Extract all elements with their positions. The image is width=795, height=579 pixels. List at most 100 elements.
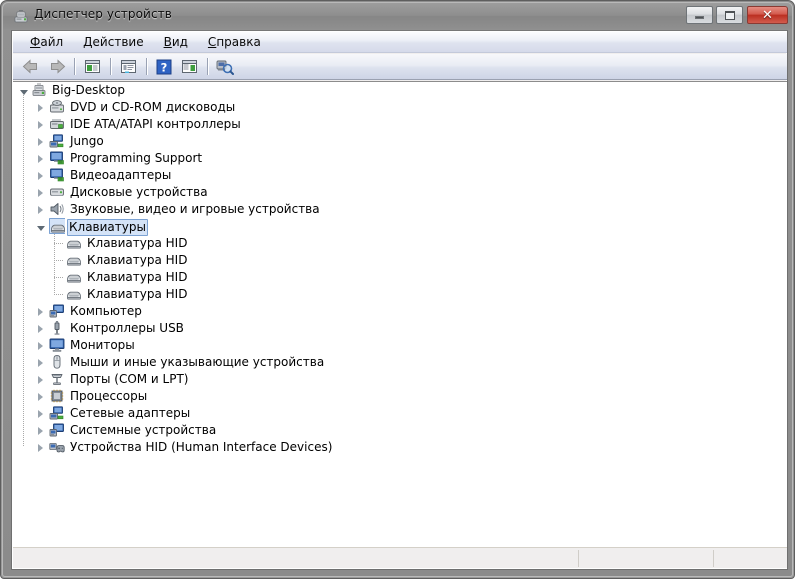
tree-node[interactable]: Системные устройства xyxy=(13,422,787,439)
tree-node-label: Мониторы xyxy=(70,338,135,352)
close-button[interactable]: ✕ xyxy=(747,6,788,24)
close-glyph: ✕ xyxy=(762,7,773,23)
tree-root-node[interactable]: Big-Desktop xyxy=(13,82,787,99)
tree-node[interactable]: Jungo xyxy=(13,133,787,150)
tree-node[interactable]: Клавиатуры xyxy=(13,218,787,236)
tree-node-label: Порты (COM и LPT) xyxy=(70,372,189,386)
collapse-arrow-icon[interactable] xyxy=(35,306,46,317)
twisty-triangle xyxy=(19,89,28,95)
tree-node[interactable]: Programming Support xyxy=(13,150,787,167)
menu-action-rest: ействие xyxy=(92,34,144,49)
keyboard-icon xyxy=(66,269,82,285)
collapse-arrow-icon[interactable] xyxy=(35,357,46,368)
collapse-arrow-icon[interactable] xyxy=(35,170,46,181)
forward-button[interactable] xyxy=(44,56,68,78)
menu-view-rest: ид xyxy=(171,34,188,49)
menu-item-action[interactable]: Действие xyxy=(74,33,152,52)
twisty-triangle xyxy=(38,188,43,197)
keyboard-icon xyxy=(66,252,82,268)
collapse-arrow-icon[interactable] xyxy=(35,442,46,453)
status-separator-2 xyxy=(713,550,714,567)
tree-node[interactable]: Мыши и иные указывающие устройства xyxy=(13,354,787,371)
tree-node-label: Клавиатуры xyxy=(67,219,148,236)
tree-node-label: Клавиатура HID xyxy=(87,236,188,250)
action-pane-icon xyxy=(181,60,197,73)
toolbar-separator xyxy=(146,58,147,75)
collapse-arrow-icon[interactable] xyxy=(35,408,46,419)
action-pane-button[interactable] xyxy=(177,56,201,78)
menu-item-file[interactable]: Файл xyxy=(21,33,72,52)
tree-node-label: Programming Support xyxy=(70,151,203,165)
disk-drive-icon xyxy=(49,184,65,200)
tree-node-label: Клавиатура HID xyxy=(87,270,188,284)
twisty-triangle xyxy=(38,205,43,214)
tree-node-label: Jungo xyxy=(70,134,104,148)
twisty-triangle xyxy=(38,120,43,129)
minimize-icon xyxy=(687,7,712,23)
expand-arrow-icon[interactable] xyxy=(35,221,46,232)
computer-icon xyxy=(49,303,65,319)
forward-arrow-icon xyxy=(50,59,65,74)
collapse-arrow-icon[interactable] xyxy=(35,153,46,164)
device-manager-icon xyxy=(13,8,29,24)
scan-for-hardware-changes-button[interactable] xyxy=(213,56,237,78)
display-adapter-icon xyxy=(49,167,65,183)
tree-node-label: Контроллеры USB xyxy=(70,321,184,335)
tree-node[interactable]: Компьютер xyxy=(13,303,787,320)
collapse-arrow-icon[interactable] xyxy=(35,187,46,198)
tree-node[interactable]: Дисковые устройства xyxy=(13,184,787,201)
network-device-icon xyxy=(49,133,65,149)
twisty-triangle xyxy=(38,154,43,163)
tree-node[interactable]: Клавиатура HID xyxy=(13,269,787,286)
tree-node[interactable]: Клавиатура HID xyxy=(13,252,787,269)
tree-node-label: IDE ATA/ATAPI контроллеры xyxy=(70,117,241,131)
help-button[interactable]: ? xyxy=(152,56,176,78)
tree-node[interactable]: Клавиатура HID xyxy=(13,235,787,252)
tree-node-label: Процессоры xyxy=(70,389,148,403)
menu-item-help[interactable]: Справка xyxy=(199,33,270,52)
twisty-triangle xyxy=(38,171,43,180)
menu-item-view[interactable]: Вид xyxy=(155,33,197,52)
collapse-arrow-icon[interactable] xyxy=(35,340,46,351)
tree-node[interactable]: Клавиатура HID xyxy=(13,286,787,303)
tree-node-label: Мыши и иные указывающие устройства xyxy=(70,355,325,369)
properties-button[interactable] xyxy=(116,56,140,78)
collapse-arrow-icon[interactable] xyxy=(35,425,46,436)
tree-node[interactable]: IDE ATA/ATAPI контроллеры xyxy=(13,116,787,133)
tree-node[interactable]: Мониторы xyxy=(13,337,787,354)
tree-node-label: DVD и CD-ROM дисководы xyxy=(70,100,236,114)
tree-node[interactable]: Процессоры xyxy=(13,388,787,405)
collapse-arrow-icon[interactable] xyxy=(35,323,46,334)
svg-text:?: ? xyxy=(161,60,168,74)
tree-node-label: Устройства HID (Human Interface Devices) xyxy=(70,440,333,454)
back-button[interactable] xyxy=(19,56,43,78)
tree-node[interactable]: Устройства HID (Human Interface Devices) xyxy=(13,439,787,456)
tree-node[interactable]: Контроллеры USB xyxy=(13,320,787,337)
twisty-triangle xyxy=(38,358,43,367)
system-device-icon xyxy=(49,422,65,438)
maximize-restore-button[interactable] xyxy=(716,6,743,24)
tree-node-label: Сетевые адаптеры xyxy=(70,406,191,420)
close-icon: ✕ xyxy=(748,7,787,23)
collapse-arrow-icon[interactable] xyxy=(35,374,46,385)
console-tree-icon xyxy=(84,60,100,73)
tree-node[interactable]: Звуковые, видео и игровые устройства xyxy=(13,201,787,218)
expand-arrow-icon[interactable] xyxy=(18,85,29,96)
show-hide-console-tree-button[interactable] xyxy=(80,56,104,78)
device-tree-pane[interactable]: Big-Desktop DVD и CD-ROM дисководы IDE ATA… xyxy=(13,81,787,548)
toolbar: ? xyxy=(13,54,787,80)
tree-node[interactable]: Порты (COM и LPT) xyxy=(13,371,787,388)
collapse-arrow-icon[interactable] xyxy=(35,119,46,130)
collapse-arrow-icon[interactable] xyxy=(35,102,46,113)
minimize-button[interactable] xyxy=(686,6,713,24)
twisty-triangle xyxy=(38,426,43,435)
collapse-arrow-icon[interactable] xyxy=(35,204,46,215)
tree-node[interactable]: Видеоадаптеры xyxy=(13,167,787,184)
collapse-arrow-icon[interactable] xyxy=(35,391,46,402)
collapse-arrow-icon[interactable] xyxy=(35,136,46,147)
tree-node[interactable]: Сетевые адаптеры xyxy=(13,405,787,422)
properties-window-icon xyxy=(120,60,136,73)
tree-node[interactable]: DVD и CD-ROM дисководы xyxy=(13,99,787,116)
title-bar[interactable]: Диспетчер устройств ✕ xyxy=(3,3,792,29)
twisty-triangle xyxy=(38,103,43,112)
